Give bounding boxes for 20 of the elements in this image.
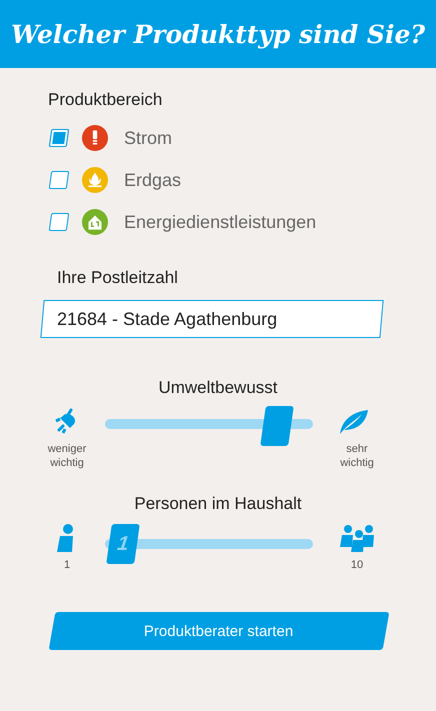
start-button[interactable]: Produktberater starten: [48, 612, 390, 650]
slider-thumb[interactable]: [260, 406, 294, 446]
postcode-field[interactable]: 21684 - Stade Agathenburg: [40, 300, 384, 338]
field-label: Ihre Postleitzahl: [56, 267, 179, 288]
checkbox[interactable]: [48, 213, 70, 231]
section-label: Produktbereich: [47, 89, 164, 110]
checkbox[interactable]: [48, 129, 70, 147]
slider-track[interactable]: [105, 406, 313, 446]
option-label[interactable]: Strom: [124, 128, 172, 148]
slider-title: Personen im Haushalt: [133, 494, 303, 514]
min-label: weniger wichtig: [46, 442, 88, 470]
min-label: 1: [62, 558, 72, 572]
page-title: Welcher Produkttyp sind Sie?: [10, 20, 426, 48]
slider-title: Umweltbewusst: [157, 378, 279, 398]
option-label[interactable]: Erdgas: [124, 170, 182, 190]
checkbox[interactable]: [48, 171, 70, 189]
people-icon: [338, 522, 376, 554]
max-label: sehr wichtig: [339, 442, 375, 470]
option-label[interactable]: Energiedienstleistungen: [124, 212, 316, 232]
max-label: 10: [350, 558, 364, 572]
